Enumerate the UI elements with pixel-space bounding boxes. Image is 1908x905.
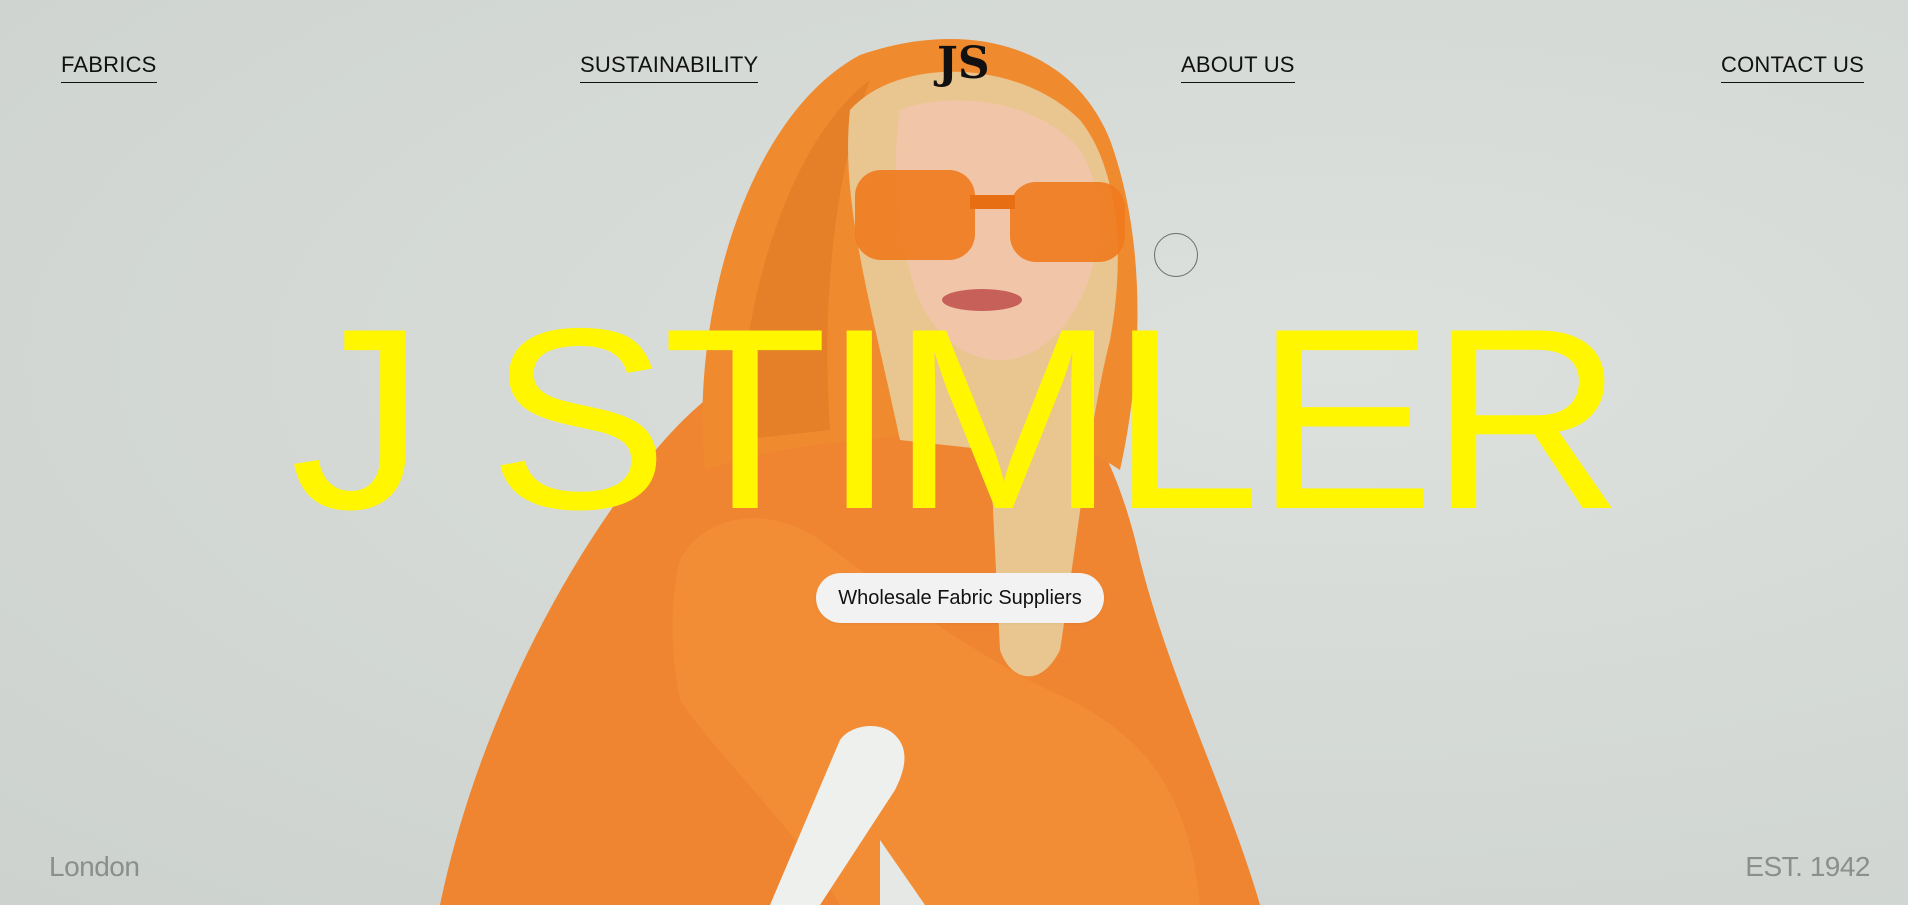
nav-about-us[interactable]: ABOUT US	[1181, 52, 1295, 83]
nav-sustainability[interactable]: SUSTAINABILITY	[580, 52, 759, 83]
nav-contact-us[interactable]: CONTACT US	[1721, 52, 1864, 83]
established-label: EST. 1942	[1745, 851, 1870, 882]
nav-fabrics[interactable]: FABRICS	[61, 52, 157, 83]
tagline-badge[interactable]: Wholesale Fabric Suppliers	[816, 573, 1104, 623]
circle-cursor-icon	[1154, 233, 1198, 277]
js-monogram-icon[interactable]: JS	[937, 34, 990, 94]
location-label: London	[49, 851, 140, 882]
brand-title: J STIMLER	[289, 274, 1624, 563]
